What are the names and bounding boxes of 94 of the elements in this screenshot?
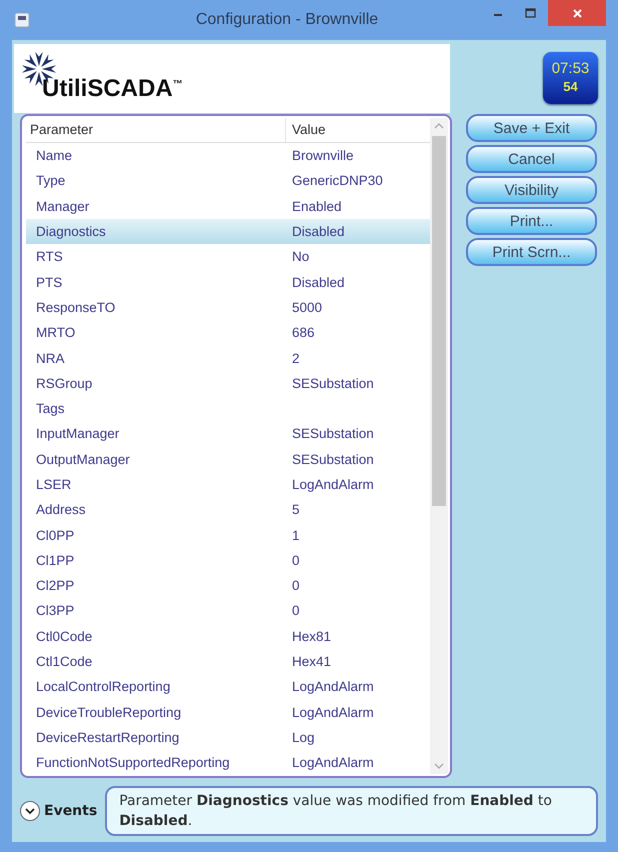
table-row[interactable]: Diagnostics Disabled — [26, 218, 430, 244]
table-row[interactable]: Cl2PP 0 — [26, 573, 430, 598]
parameter-value: SESubstation — [291, 452, 374, 467]
parameter-name: LSER — [35, 477, 72, 492]
parameter-name: FunctionNotSupportedReporting — [35, 755, 231, 770]
parameter-value: No — [291, 249, 310, 264]
parameter-value: Disabled — [291, 224, 345, 240]
expand-button[interactable] — [20, 801, 40, 821]
events-label: Events — [44, 803, 98, 819]
action-button[interactable]: Cancel — [466, 145, 597, 173]
parameter-name: Cl2PP — [35, 578, 76, 594]
parameter-value: SESubstation — [291, 376, 374, 391]
table-row[interactable]: FunctionNotSupportedReporting LogAndAlarm — [26, 750, 430, 776]
table-row[interactable]: Tags — [26, 396, 430, 422]
table-row[interactable]: Cl0PP 1 — [26, 522, 430, 548]
action-button[interactable]: Print... — [466, 207, 597, 235]
action-button[interactable]: Visibility — [466, 176, 597, 204]
parameter-name: Cl0PP — [35, 528, 76, 543]
parameter-value: 0 — [291, 603, 300, 618]
parameter-name: MRTO — [35, 325, 76, 340]
table-row[interactable]: Ctl1Code Hex41 — [26, 648, 430, 674]
parameter-value: 0 — [291, 578, 300, 594]
parameter-value: Disabled — [291, 274, 345, 290]
parameter-value: GenericDNP30 — [291, 173, 383, 188]
window-title: Configuration - Brownville — [194, 11, 380, 29]
parameter-name: RSGroup — [35, 376, 94, 391]
table-row[interactable]: Address 5 — [26, 497, 430, 522]
scrollbar[interactable] — [430, 118, 448, 774]
parameter-value: LogAndAlarm — [291, 679, 374, 694]
close-button[interactable] — [548, 0, 606, 26]
parameter-name: Address — [35, 502, 87, 518]
parameter-value: Log — [291, 730, 315, 745]
parameter-value: 5 — [291, 502, 300, 518]
table-row[interactable]: LocalControlReporting LogAndAlarm — [26, 674, 430, 700]
parameter-value: Enabled — [291, 198, 342, 214]
parameter-value: LogAndAlarm — [291, 477, 374, 492]
parameter-value: 686 — [291, 325, 315, 340]
table-row[interactable]: OutputManager SESubstation — [26, 446, 430, 472]
table-row[interactable]: InputManager SESubstation — [26, 421, 430, 447]
parameter-value: LogAndAlarm — [291, 704, 374, 720]
parameter-name: LocalControlReporting — [35, 679, 172, 694]
parameter-name: PTS — [35, 274, 64, 290]
parameter-value: 1 — [291, 528, 300, 543]
table-row[interactable]: ResponseTO 5000 — [26, 294, 430, 320]
parameter-name: DeviceRestartReporting — [35, 730, 180, 745]
parameter-name: Type — [35, 173, 66, 188]
brand-name: UtiliSCADA$^{™}$ — [42, 74, 183, 104]
parameter-value: 5000 — [291, 300, 322, 315]
parameter-value: SESubstation — [291, 426, 374, 442]
table-row[interactable]: Name Brownville — [26, 143, 430, 168]
clock-time: 07:53 — [552, 60, 590, 78]
parameter-name: OutputManager — [35, 452, 131, 467]
column-header[interactable]: Parameter — [26, 118, 286, 142]
table-row[interactable]: RTS No — [26, 244, 430, 270]
table-row[interactable]: Ctl0Code Hex81 — [26, 624, 430, 649]
parameter-value: Hex81 — [291, 628, 332, 644]
table-row[interactable]: Type GenericDNP30 — [26, 168, 430, 194]
table-row[interactable]: Manager Enabled — [26, 194, 430, 219]
table-row[interactable]: MRTO 686 — [26, 320, 430, 346]
maximize-icon[interactable] — [524, 8, 536, 18]
table-row[interactable]: DeviceTroubleReporting LogAndAlarm — [26, 700, 430, 725]
scroll-thumb[interactable] — [432, 136, 446, 506]
parameter-name: Name — [35, 148, 74, 164]
app-icon[interactable] — [14, 12, 30, 28]
parameter-name: Diagnostics — [35, 224, 107, 240]
table-row[interactable]: RSGroup SESubstation — [26, 370, 430, 396]
action-button[interactable]: Print Scrn... — [466, 238, 597, 266]
parameter-name: Cl3PP — [35, 603, 76, 618]
parameter-name: InputManager — [35, 426, 120, 442]
close-icon[interactable] — [572, 8, 582, 18]
parameter-value: 2 — [291, 350, 300, 366]
table-row[interactable]: Cl1PP 0 — [26, 548, 430, 574]
parameter-value: LogAndAlarm — [291, 755, 374, 770]
parameter-value: 0 — [291, 552, 300, 568]
parameter-name: RTS — [35, 249, 64, 264]
table-row[interactable]: Cl3PP 0 — [26, 598, 430, 624]
parameter-name: NRA — [35, 350, 66, 366]
parameter-name: Manager — [35, 198, 90, 214]
parameter-name: Tags — [35, 401, 66, 416]
parameter-name: Ctl0Code — [35, 628, 94, 644]
parameter-name: Ctl1Code — [35, 654, 94, 670]
action-button[interactable]: Save + Exit — [466, 114, 597, 142]
parameter-name: ResponseTO — [35, 300, 116, 315]
column-header[interactable]: Value — [286, 118, 326, 142]
table-row[interactable]: PTS Disabled — [26, 269, 430, 295]
parameter-name: Cl1PP — [35, 552, 76, 568]
parameter-value: Hex41 — [291, 654, 332, 670]
clock-seconds: 54 — [563, 78, 578, 96]
table-row[interactable]: DeviceRestartReporting Log — [26, 724, 430, 750]
table-row[interactable]: LSER LogAndAlarm — [26, 472, 430, 498]
parameter-name: DeviceTroubleReporting — [35, 704, 182, 720]
event-message: Parameter Diagnostics value was modified from Enabled to Disabled. — [105, 786, 598, 836]
parameter-value: Brownville — [291, 148, 354, 164]
table-row[interactable]: NRA 2 — [26, 345, 430, 371]
